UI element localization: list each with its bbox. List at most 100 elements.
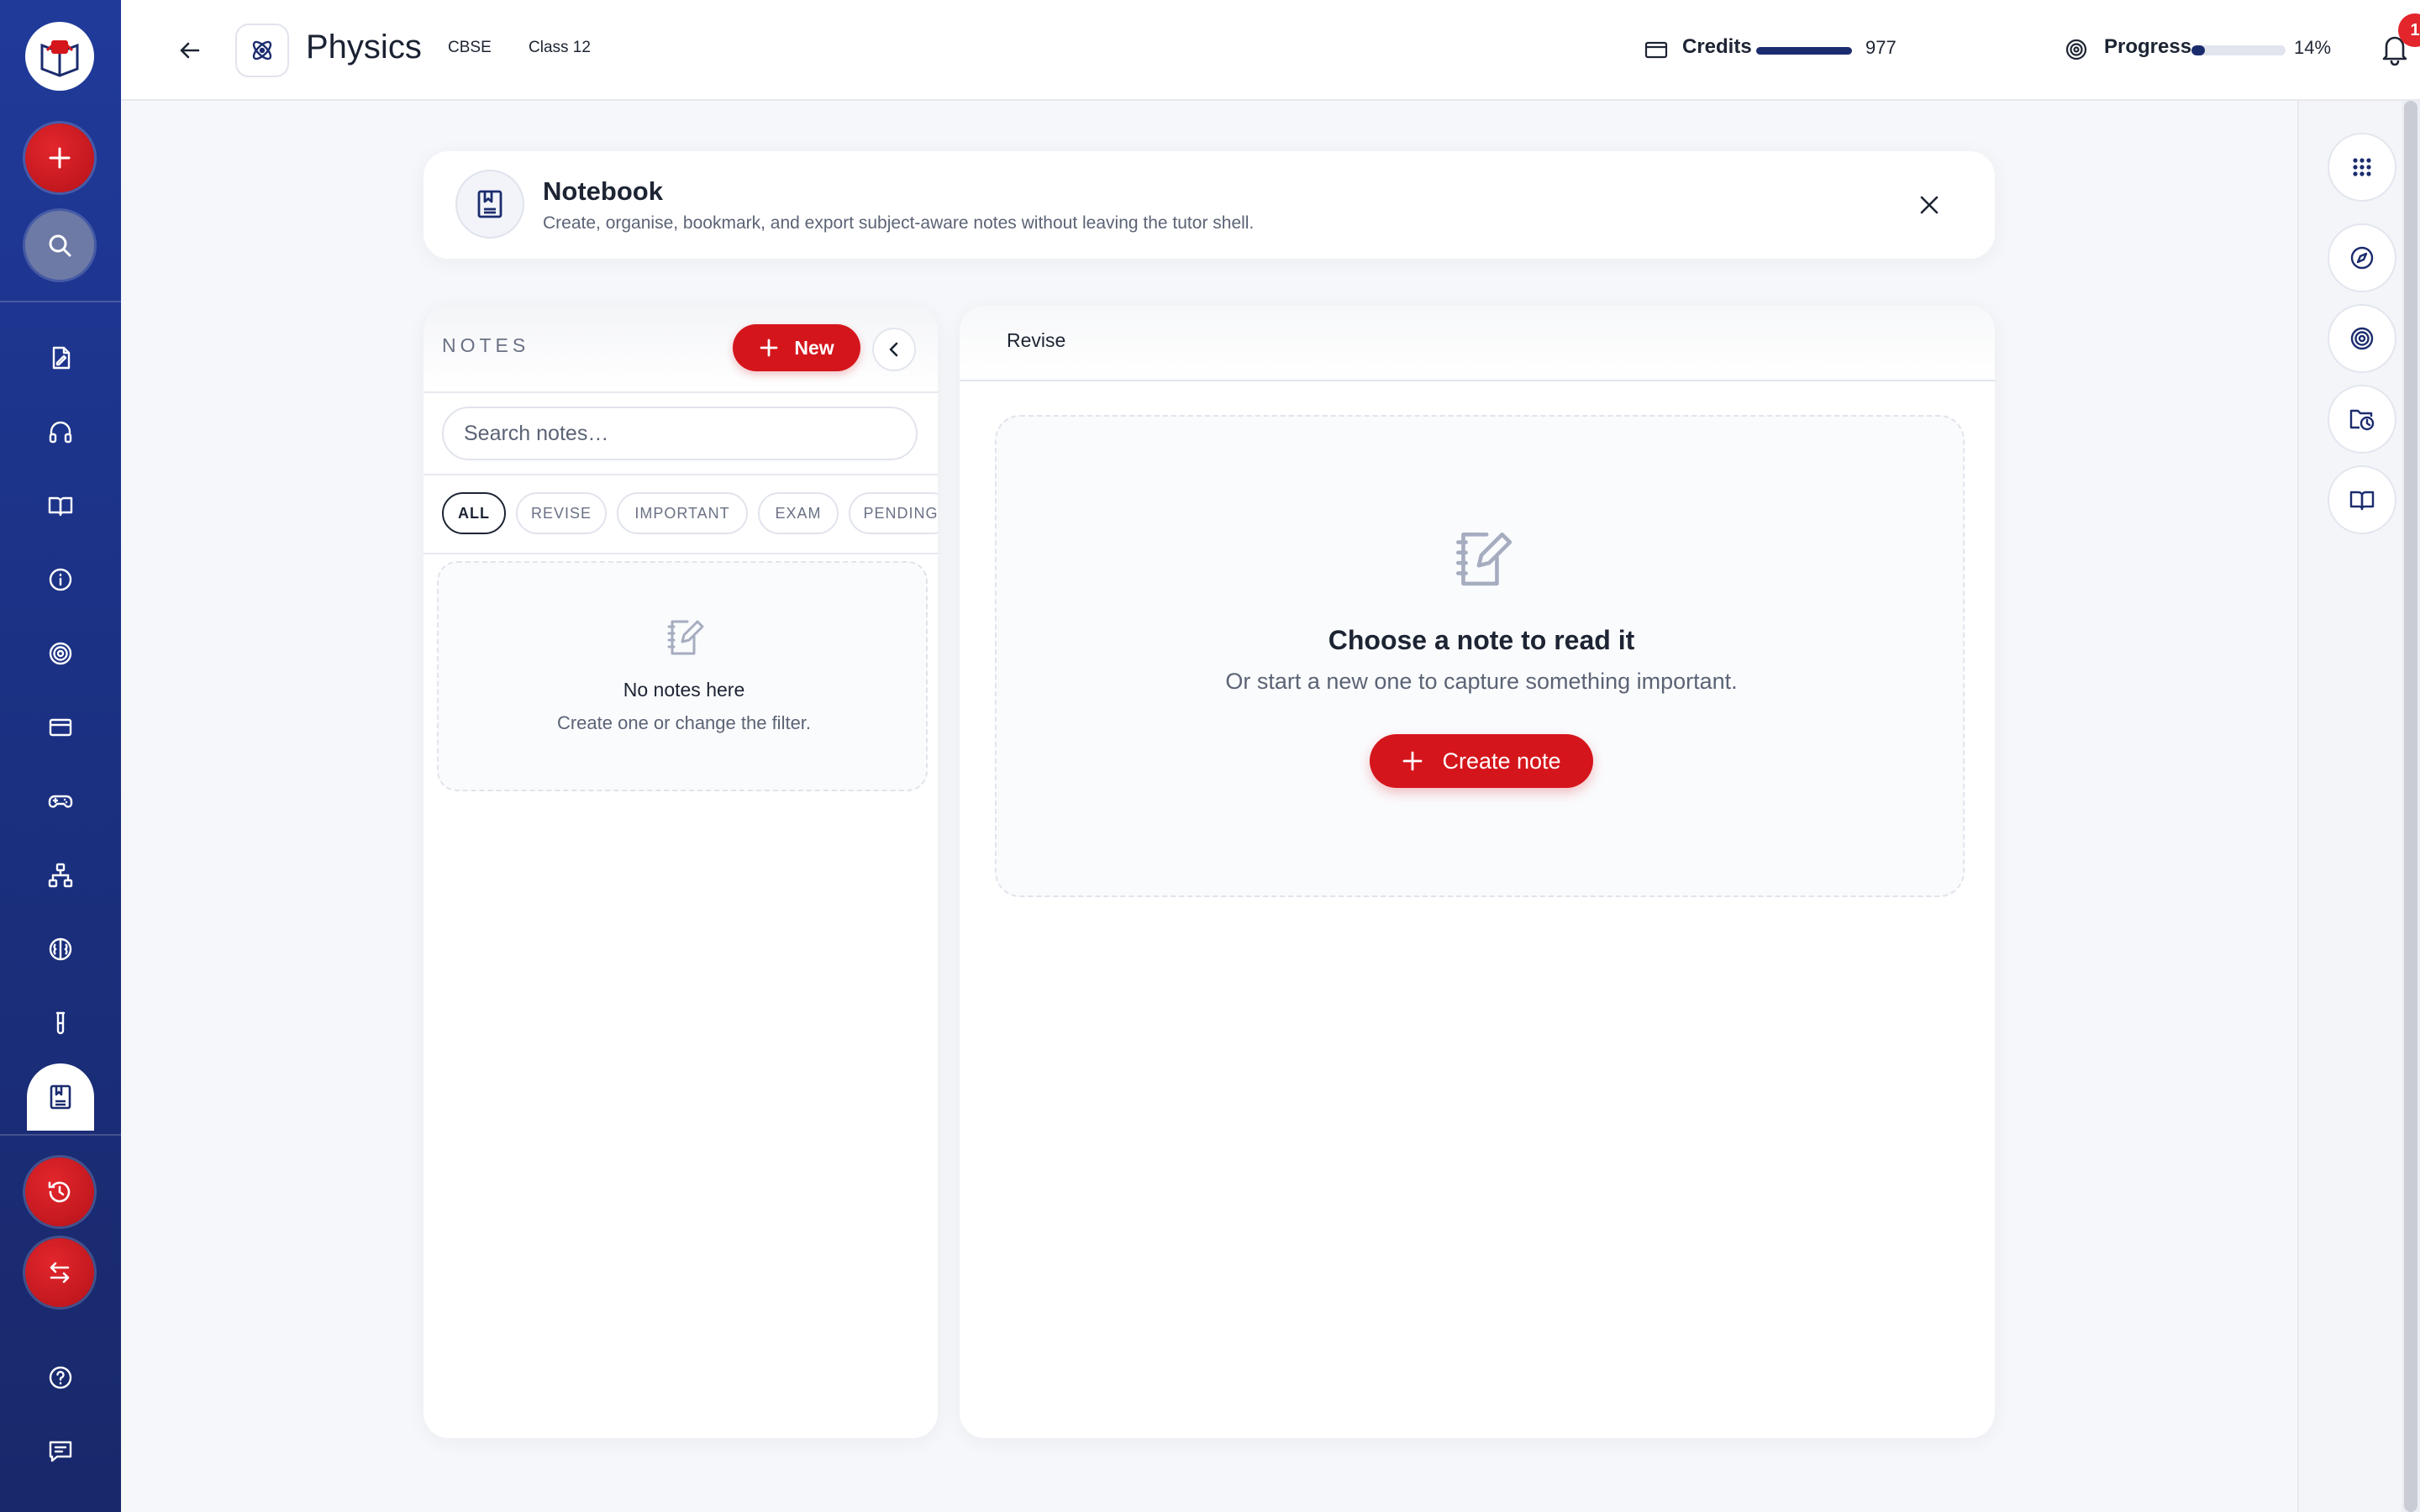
notebook-header: Notebook Create, organise, bookmark, and… xyxy=(424,151,1995,259)
page-title: Physics xyxy=(306,29,422,66)
reader-button[interactable] xyxy=(2328,465,2396,534)
progress-bar-fill xyxy=(2191,45,2205,55)
plus-icon xyxy=(1403,751,1423,771)
brain-icon xyxy=(49,937,72,961)
sidebar-item-audio[interactable] xyxy=(30,402,91,462)
switch-button[interactable] xyxy=(25,1238,94,1307)
reader-empty-title: Choose a note to read it xyxy=(1328,625,1635,655)
reader-panel: Revise Choose a note to read it Or start… xyxy=(960,306,1995,1438)
target-icon xyxy=(49,642,72,665)
info-icon xyxy=(49,568,72,591)
create-note-button[interactable]: Create note xyxy=(1370,734,1593,788)
grid-icon xyxy=(2353,158,2371,176)
search-icon xyxy=(49,234,71,257)
search-notes-input[interactable] xyxy=(442,407,918,460)
search-button[interactable] xyxy=(25,211,94,280)
sidebar-item-notes-edit[interactable] xyxy=(30,328,91,388)
filter-chip-exam[interactable]: EXAM xyxy=(758,492,839,534)
folder-clock-icon xyxy=(2349,409,2375,431)
filter-chip-all[interactable]: ALL xyxy=(442,492,506,534)
filter-chip-revise[interactable]: REVISE xyxy=(516,492,607,534)
note-edit-icon xyxy=(1448,524,1515,591)
reader-header: Revise xyxy=(960,306,1995,381)
plus-icon xyxy=(760,339,778,357)
reader-empty-subtitle: Or start a new one to capture something … xyxy=(1225,669,1738,694)
left-sidebar xyxy=(0,0,121,1512)
help-button[interactable] xyxy=(30,1347,91,1408)
filter-bar: ALL REVISE IMPORTANT EXAM PENDING xyxy=(424,474,938,554)
notes-empty-subtitle: Create one or change the filter. xyxy=(556,712,812,733)
board-label: CBSE xyxy=(448,39,492,56)
headphones-icon xyxy=(49,421,72,444)
chevron-left-icon xyxy=(889,342,898,357)
class-label: Class 12 xyxy=(529,39,591,56)
recent-files-button[interactable] xyxy=(2328,385,2396,454)
card-icon xyxy=(49,718,72,737)
goals-button[interactable] xyxy=(2328,304,2396,373)
sidebar-item-cards[interactable] xyxy=(30,697,91,758)
sidebar-item-goals[interactable] xyxy=(30,623,91,684)
reader-empty-state: Choose a note to read it Or start a new … xyxy=(995,415,1965,897)
plus-icon xyxy=(49,147,71,169)
sidebar-item-lab[interactable] xyxy=(30,993,91,1053)
sidebar-item-brain[interactable] xyxy=(30,919,91,979)
notebook-icon xyxy=(455,170,524,239)
book-open-icon xyxy=(2349,491,2375,511)
wallet-icon xyxy=(1644,37,1669,62)
compass-icon xyxy=(2350,246,2374,270)
target-icon xyxy=(2350,327,2374,350)
filter-chip-pending[interactable]: PENDING xyxy=(849,492,938,534)
filter-chip-important[interactable]: IMPORTANT xyxy=(617,492,748,534)
network-icon xyxy=(48,863,73,888)
atom-icon xyxy=(252,40,272,60)
scrollbar[interactable] xyxy=(2402,101,2420,1512)
tab-revise[interactable]: Revise xyxy=(1007,329,1065,352)
progress-bar xyxy=(2191,45,2286,55)
scrollbar-thumb[interactable] xyxy=(2404,101,2417,1512)
sidebar-divider xyxy=(0,1134,121,1136)
test-tube-icon xyxy=(55,1011,66,1035)
right-rail xyxy=(2297,101,2420,1512)
chat-icon xyxy=(49,1441,72,1462)
notebook-description: Create, organise, bookmark, and export s… xyxy=(543,213,1255,233)
collapse-panel-button[interactable] xyxy=(872,328,916,371)
notes-empty-state: No notes here Create one or change the f… xyxy=(437,561,928,791)
notebook-title: Notebook xyxy=(543,176,663,206)
note-edit-icon xyxy=(662,615,706,659)
notes-panel: NOTES New ALL REVISE IMPORTANT EXAM PEND… xyxy=(424,306,938,1438)
close-button[interactable] xyxy=(1911,186,1948,223)
history-button[interactable] xyxy=(25,1158,94,1226)
explore-button[interactable] xyxy=(2328,223,2396,292)
book-open-icon xyxy=(48,496,73,517)
sidebar-item-notebook[interactable] xyxy=(27,1063,94,1131)
new-note-label: New xyxy=(794,336,834,359)
notes-panel-header: NOTES New xyxy=(424,306,938,393)
notebook-icon xyxy=(50,1084,71,1110)
credits-value: 977 xyxy=(1865,37,1897,58)
close-icon xyxy=(1920,196,1939,214)
sidebar-item-games[interactable] xyxy=(30,771,91,832)
sidebar-item-info[interactable] xyxy=(30,549,91,610)
switch-icon xyxy=(50,1262,70,1284)
file-edit-icon xyxy=(52,346,71,370)
create-note-label: Create note xyxy=(1442,748,1561,774)
history-icon xyxy=(48,1181,71,1203)
progress-label: Progress xyxy=(2104,35,2192,58)
sidebar-item-library[interactable] xyxy=(30,475,91,536)
notes-empty-title: No notes here xyxy=(623,679,745,701)
sidebar-divider xyxy=(0,301,121,302)
notes-panel-title: NOTES xyxy=(442,334,530,356)
sidebar-item-mindmap[interactable] xyxy=(30,845,91,906)
back-button[interactable] xyxy=(170,30,210,71)
new-note-button[interactable]: New xyxy=(733,324,860,371)
help-icon xyxy=(49,1366,72,1389)
arrow-left-icon xyxy=(180,42,200,59)
apps-grid-button[interactable] xyxy=(2328,133,2396,202)
top-bar: Physics CBSE Class 12 Credits 977 Progre… xyxy=(121,0,2420,101)
app-logo[interactable] xyxy=(25,22,94,91)
credits-bar xyxy=(1756,47,1852,55)
chat-button[interactable] xyxy=(30,1421,91,1482)
gamepad-icon xyxy=(48,795,73,808)
progress-target-icon xyxy=(2064,37,2089,62)
add-button[interactable] xyxy=(25,123,94,192)
